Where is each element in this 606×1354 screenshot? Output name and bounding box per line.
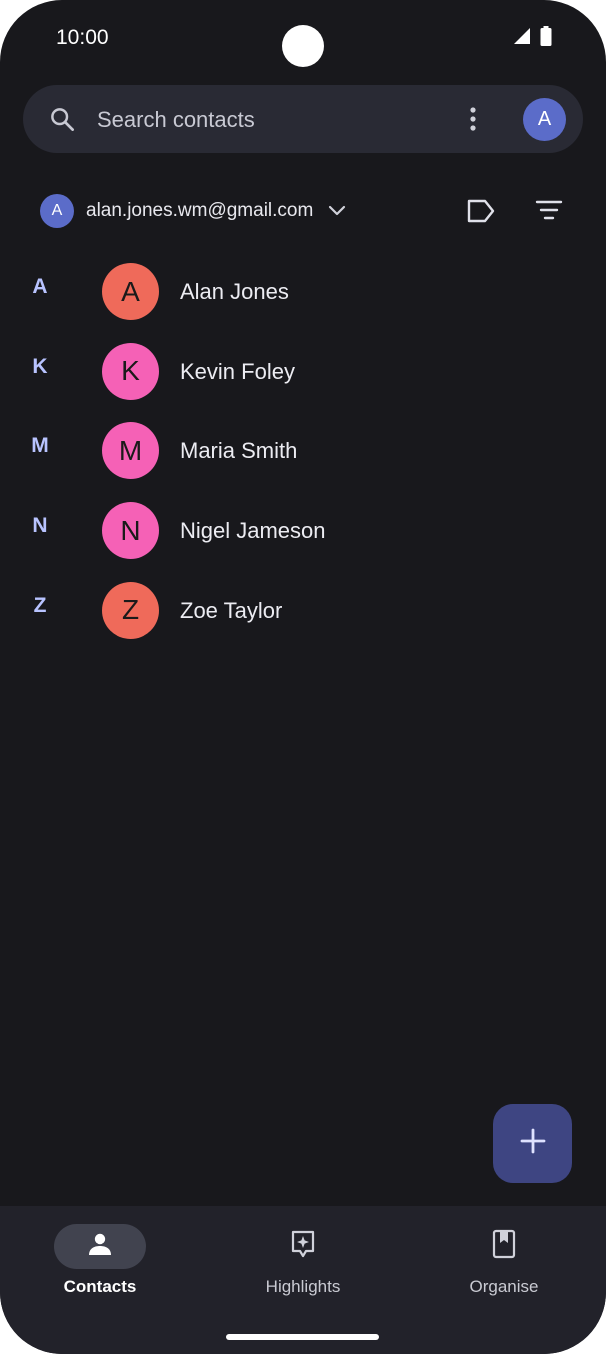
section-letter: A (32, 275, 48, 298)
contact-row[interactable]: M M Maria Smith (0, 410, 606, 490)
contact-name: Zoe Taylor (180, 597, 283, 623)
plus-icon (519, 1127, 547, 1160)
contact-name: Nigel Jameson (180, 518, 326, 544)
nav-item-organise[interactable]: Organise (414, 1224, 594, 1314)
nav-item-contacts[interactable]: Contacts (10, 1224, 190, 1314)
highlights-icon (289, 1229, 317, 1264)
account-selector[interactable]: A alan.jones.wm@gmail.com (40, 193, 347, 229)
battery-icon (540, 26, 552, 51)
account-email: alan.jones.wm@gmail.com (86, 200, 314, 221)
nav-label-organise: Organise (469, 1277, 539, 1296)
contact-name: Kevin Foley (180, 358, 295, 384)
contact-row[interactable]: K K Kevin Foley (0, 331, 606, 411)
label-icon[interactable] (466, 198, 496, 229)
contact-name: Alan Jones (180, 279, 289, 304)
contact-list: A A Alan Jones K K Kevin Foley M M Maria… (0, 251, 606, 649)
nav-item-highlights[interactable]: Highlights (213, 1224, 393, 1314)
bottom-navigation: Contacts Highlights Organise (0, 1206, 606, 1354)
contact-row[interactable]: A A Alan Jones (0, 251, 606, 331)
nav-pill-highlights (257, 1224, 349, 1269)
signal-icon (512, 26, 532, 51)
search-input[interactable]: Search contacts (97, 107, 255, 133)
section-letter: Z (33, 593, 47, 617)
contact-avatar: N (102, 502, 159, 560)
home-indicator[interactable] (226, 1334, 379, 1340)
filter-icon[interactable] (535, 199, 563, 226)
search-icon[interactable] (49, 106, 76, 138)
nav-label-contacts: Contacts (63, 1277, 137, 1296)
account-avatar[interactable]: A (523, 98, 566, 141)
contact-avatar: M (102, 422, 159, 480)
status-icons (512, 26, 552, 51)
section-letter: N (32, 514, 48, 538)
account-small-avatar: A (40, 194, 74, 228)
bookmark-icon (492, 1229, 516, 1264)
search-bar[interactable]: Search contacts A (23, 85, 583, 153)
contact-row[interactable]: N N Nigel Jameson (0, 490, 606, 570)
contact-avatar: Z (102, 581, 159, 639)
section-letter: K (32, 354, 48, 378)
more-options-icon[interactable] (463, 105, 483, 138)
contact-name: Maria Smith (180, 438, 298, 464)
camera-cutout (282, 25, 324, 67)
status-time: 10:00 (56, 26, 109, 49)
section-letter: M (31, 434, 49, 458)
nav-pill-contacts (54, 1224, 146, 1269)
chevron-down-icon (327, 204, 347, 218)
phone-screen: 10:00 Search contacts A A alan.jones.wm@… (0, 0, 606, 1354)
contact-avatar: K (102, 342, 159, 400)
nav-label-highlights: Highlights (265, 1277, 341, 1296)
contact-avatar: A (102, 263, 159, 320)
contact-row[interactable]: Z Z Zoe Taylor (0, 570, 606, 650)
person-icon (87, 1232, 113, 1261)
add-contact-button[interactable] (493, 1104, 572, 1183)
nav-pill-organise (458, 1224, 550, 1269)
